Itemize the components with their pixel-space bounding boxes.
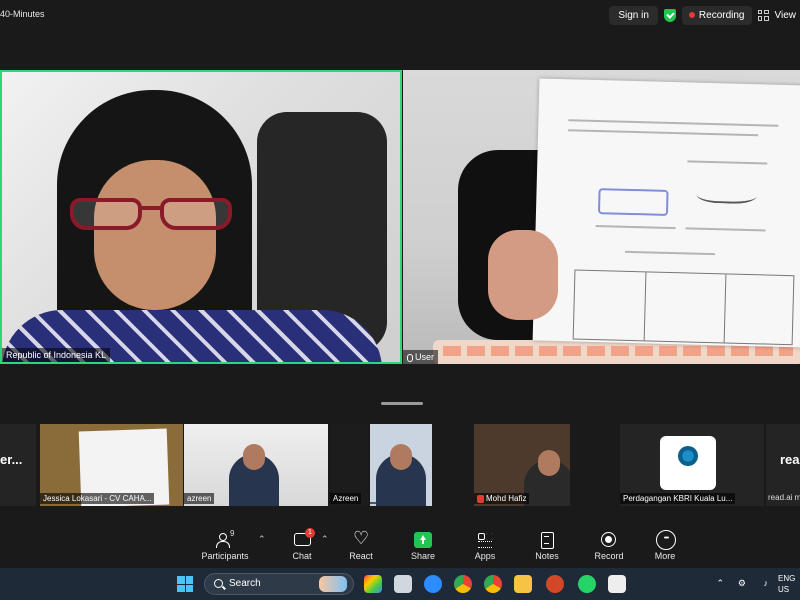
document-stamp bbox=[597, 188, 669, 216]
search-icon bbox=[214, 579, 223, 588]
gallery-tile-read-ai[interactable]: rea read.ai m bbox=[766, 424, 800, 506]
participant-name-label: Jessica Lokasari - CV CAHA... bbox=[40, 493, 155, 504]
document-table bbox=[572, 269, 795, 346]
record-icon bbox=[600, 532, 618, 548]
gallery-tile-mohd-hafiz[interactable]: Mohd Hafiz bbox=[474, 424, 570, 506]
gallery-resize-handle[interactable] bbox=[381, 402, 423, 405]
kbri-logo-icon bbox=[678, 446, 698, 466]
zoom-app-icon[interactable] bbox=[424, 575, 442, 593]
mic-muted-icon bbox=[407, 353, 413, 362]
sign-in-button[interactable]: Sign in bbox=[609, 5, 658, 25]
search-highlight-icon bbox=[319, 576, 347, 592]
tray-microphone-icon[interactable]: ♪ bbox=[764, 578, 769, 588]
participants-icon: 9 bbox=[216, 529, 234, 548]
participant-name-label: Perdagangan KBRI Kuala Lu... bbox=[620, 493, 736, 504]
view-button[interactable]: View bbox=[775, 10, 800, 21]
view-grid-icon[interactable] bbox=[757, 9, 769, 21]
participants-caret-icon[interactable]: ⌃ bbox=[258, 534, 266, 545]
apps-icon bbox=[476, 532, 494, 548]
video-tile-active-speaker[interactable]: Republic of Indonesia KL bbox=[0, 70, 402, 364]
record-button[interactable]: Record bbox=[582, 532, 636, 561]
video-tile-user[interactable]: User bbox=[403, 70, 800, 364]
windows-taskbar: Search ⌃ ⚙ ♪ ENG US bbox=[0, 568, 800, 600]
top-bar-actions: Sign in Recording View bbox=[609, 4, 800, 26]
participant-name-label: User bbox=[403, 350, 439, 364]
gallery-tile-participant[interactable] bbox=[370, 424, 432, 506]
shown-document bbox=[532, 78, 800, 348]
folder-app-icon[interactable] bbox=[514, 575, 532, 593]
recording-label: Recording bbox=[698, 9, 745, 21]
meeting-toolbar: 9 Participants ⌃ 1 Chat ⌃ React Share Ap… bbox=[0, 528, 800, 568]
tray-chevron-up-icon[interactable]: ⌃ bbox=[716, 578, 724, 589]
apps-button[interactable]: Apps bbox=[458, 532, 512, 561]
participant-hand bbox=[488, 230, 558, 320]
gallery-tile-jessica[interactable]: Jessica Lokasari - CV CAHA... bbox=[40, 424, 183, 506]
participant-name-label: azreen bbox=[184, 493, 215, 504]
gallery-tile-azreen-lower[interactable]: azreen bbox=[184, 424, 328, 506]
react-button[interactable]: React bbox=[334, 528, 388, 561]
recording-dot-icon bbox=[688, 12, 695, 18]
windows-start-icon[interactable] bbox=[177, 576, 193, 592]
participant-face bbox=[94, 160, 216, 310]
file-manager-app-icon[interactable] bbox=[394, 575, 412, 593]
meeting-top-bar: 40-Minutes Sign in Recording View bbox=[0, 0, 800, 30]
participants-button[interactable]: 9 Participants bbox=[198, 529, 252, 561]
encryption-shield-icon[interactable] bbox=[663, 8, 676, 22]
language-indicator[interactable]: ENG US bbox=[778, 573, 798, 595]
participant-name-label: Azreen bbox=[330, 493, 362, 504]
more-button[interactable]: More bbox=[638, 530, 692, 561]
chrome-app-icon[interactable] bbox=[454, 575, 472, 593]
chat-caret-icon[interactable]: ⌃ bbox=[321, 534, 329, 545]
copilot-app-icon[interactable] bbox=[364, 575, 382, 593]
share-icon bbox=[414, 532, 432, 548]
whatsapp-app-icon[interactable] bbox=[578, 575, 596, 593]
chat-icon: 1 bbox=[293, 528, 315, 548]
participant-name-label bbox=[370, 502, 376, 504]
notes-icon bbox=[538, 532, 556, 549]
search-placeholder: Search bbox=[229, 578, 261, 589]
gallery-tile-cut-left[interactable]: er... bbox=[0, 424, 36, 506]
recording-indicator[interactable]: Recording bbox=[681, 5, 752, 25]
participant-name-label: Republic of Indonesia KL bbox=[2, 348, 111, 362]
taskbar-search-box[interactable]: Search bbox=[204, 573, 354, 595]
kbri-logo bbox=[660, 436, 716, 490]
notes-button[interactable]: Notes bbox=[520, 532, 574, 561]
powerpoint-app-icon[interactable] bbox=[546, 575, 564, 593]
participant-name-label: Mohd Hafiz bbox=[474, 493, 530, 504]
more-icon bbox=[656, 530, 676, 550]
tray-settings-icon[interactable]: ⚙ bbox=[738, 578, 746, 589]
meeting-timer: 40-Minutes bbox=[0, 9, 45, 19]
share-button[interactable]: Share bbox=[396, 532, 450, 561]
gallery-tile-azreen[interactable]: Azreen bbox=[330, 424, 368, 506]
document-signature bbox=[696, 182, 757, 205]
participant-glasses bbox=[70, 198, 235, 232]
gallery-tile-kbri[interactable]: Perdagangan KBRI Kuala Lu... bbox=[620, 424, 764, 506]
snipping-app-icon[interactable] bbox=[608, 575, 626, 593]
chrome-profile-app-icon[interactable] bbox=[484, 575, 502, 593]
muted-mic-icon bbox=[477, 494, 484, 503]
heart-icon bbox=[352, 528, 370, 549]
